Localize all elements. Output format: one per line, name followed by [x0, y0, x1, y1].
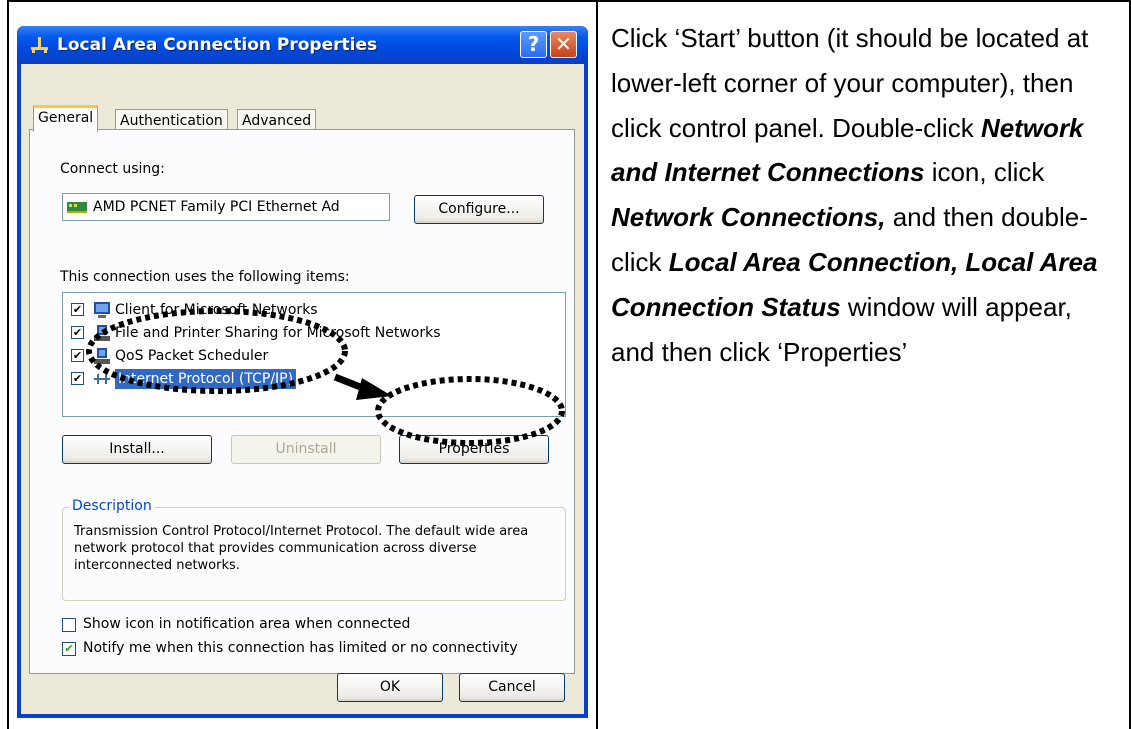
highlight-ellipse-tcpip — [86, 308, 348, 394]
instruction-emphasis-2: Network Connections, — [611, 202, 886, 233]
pointer-arrowhead — [356, 378, 392, 400]
instruction-text: Click ‘Start’ button (it should be locat… — [611, 16, 1121, 374]
highlight-ellipse-properties — [375, 376, 565, 446]
instruction-part-2: icon, click — [924, 157, 1045, 188]
tab-general[interactable]: General — [33, 105, 99, 132]
